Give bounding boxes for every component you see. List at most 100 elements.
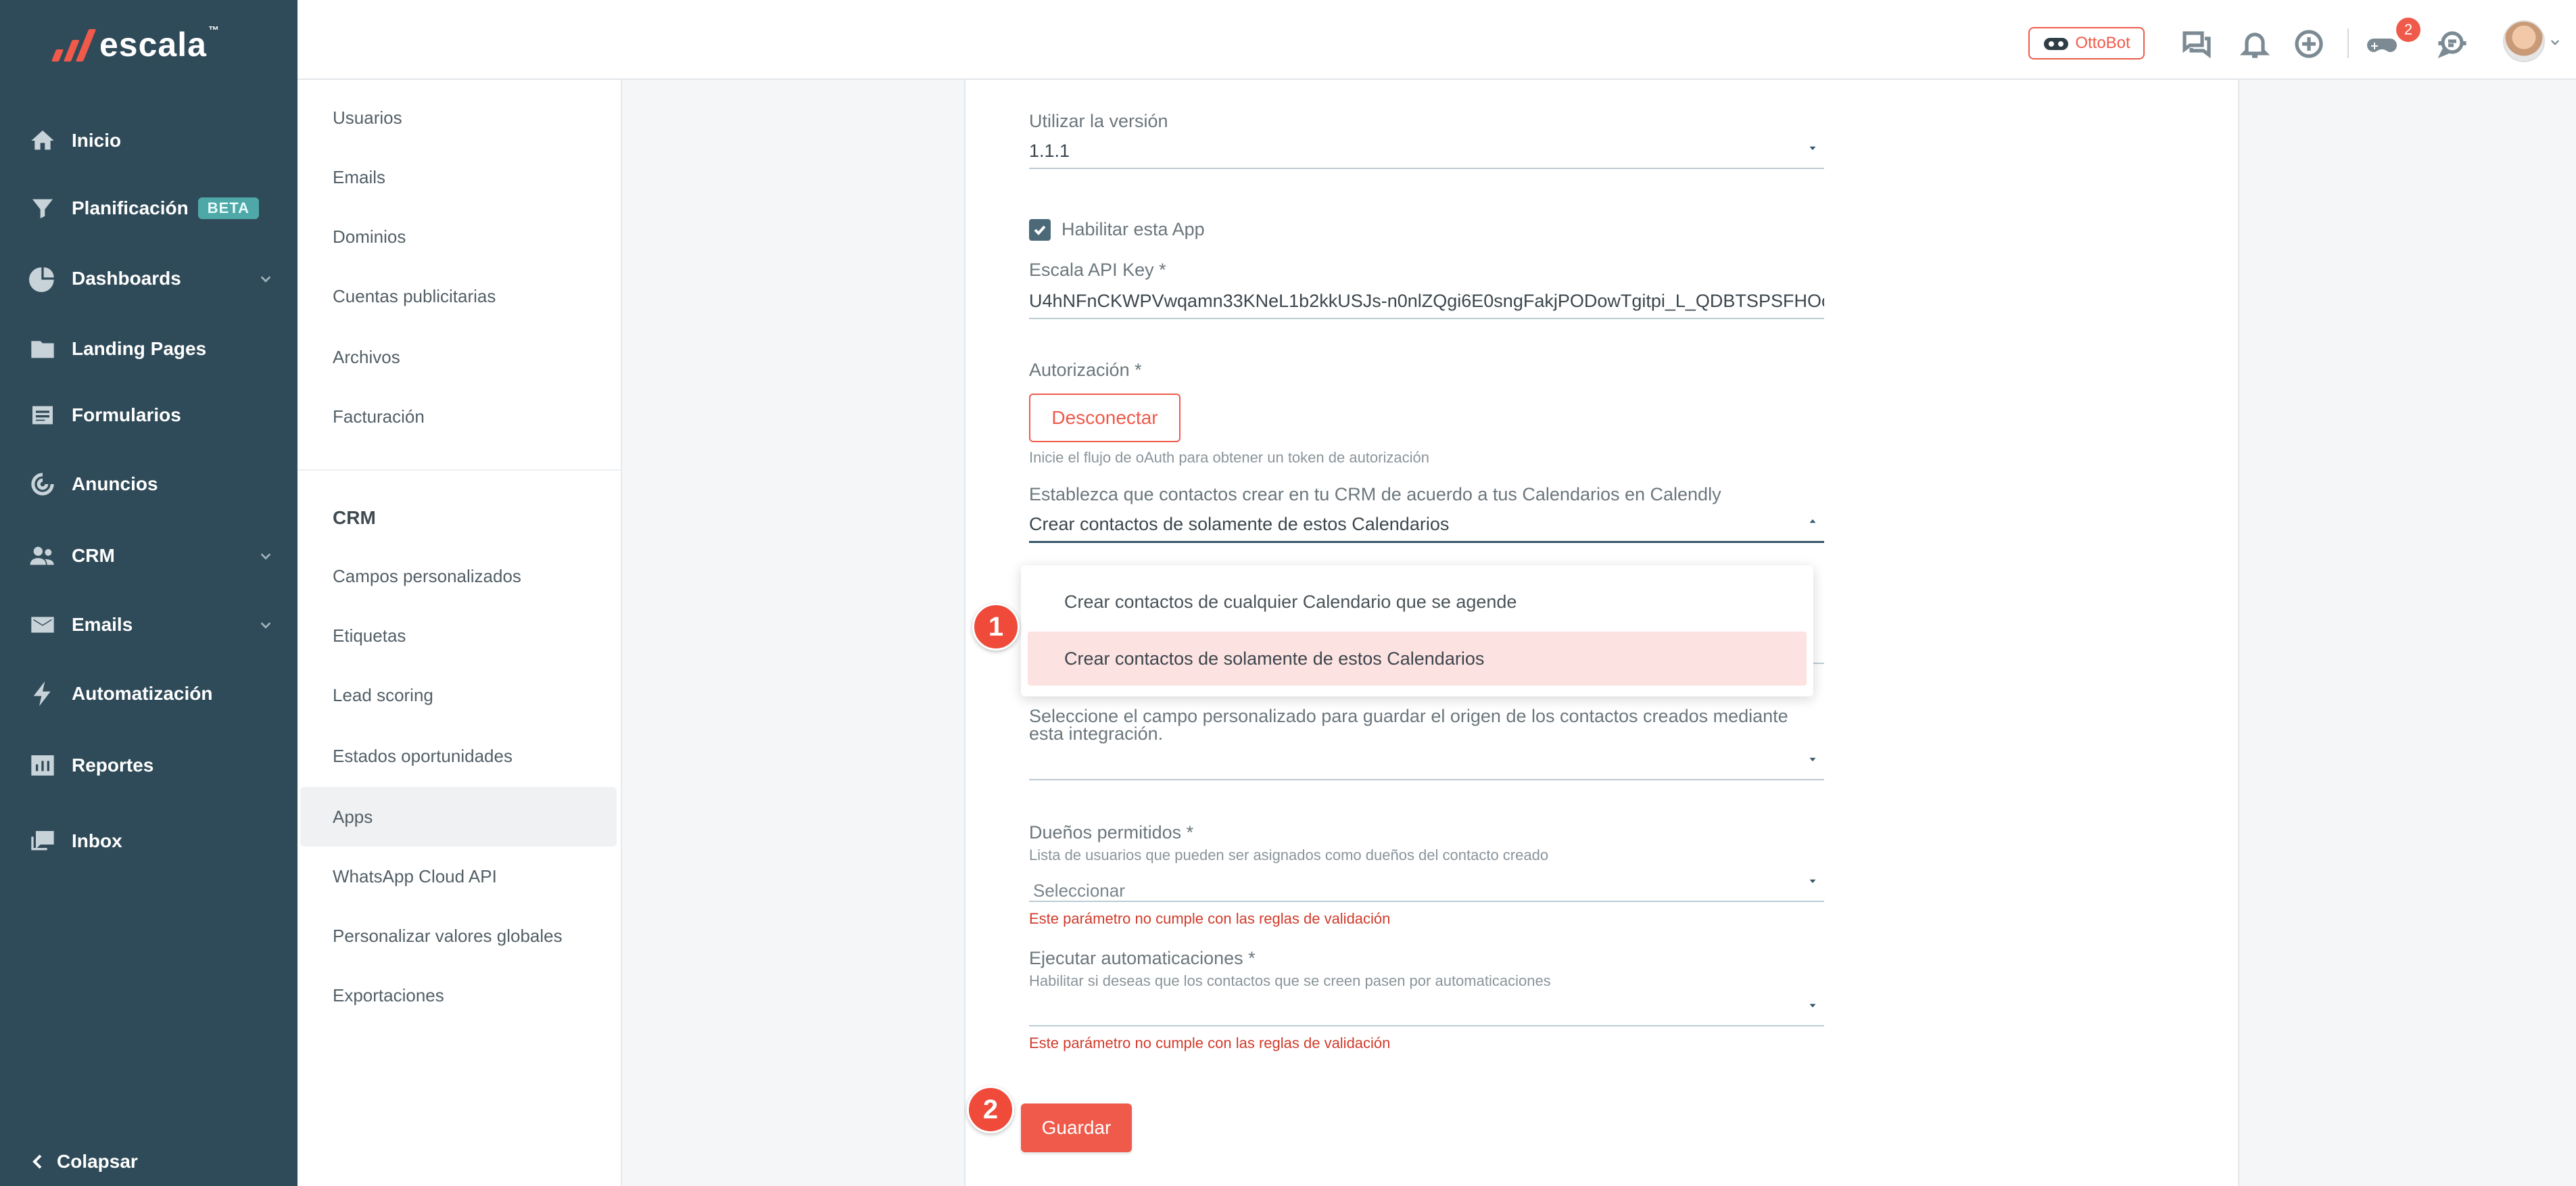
nav-label: Inicio (72, 130, 122, 151)
caret-down-icon[interactable] (1807, 753, 1819, 765)
ottobot-label: OttoBot (2075, 34, 2130, 52)
nav-item-inbox[interactable]: Inbox (0, 814, 297, 868)
nav-item-planificacion[interactable]: Planificación BETA (0, 181, 297, 235)
submenu-heading-crm: CRM (333, 507, 376, 528)
nav-item-anuncios[interactable]: Anuncios (0, 457, 297, 511)
origin-field-underline[interactable] (1029, 779, 1824, 780)
chevron-down-icon (258, 618, 273, 633)
submenu-item-emails[interactable]: Emails (297, 147, 619, 207)
enable-app-label: Habilitar esta App (1062, 219, 1205, 239)
users-icon (27, 540, 58, 571)
owners-select-placeholder[interactable]: Seleccionar (1033, 880, 1125, 901)
nav-label: Landing Pages (72, 338, 207, 359)
contacts-mode-label: Establezca que contactos crear en tu CRM… (1029, 484, 1721, 504)
automations-underline[interactable] (1029, 1025, 1824, 1026)
nav-label: Formularios (72, 404, 181, 425)
step-marker-1: 1 (972, 603, 1020, 650)
caret-up-icon[interactable] (1807, 515, 1819, 527)
nav-label: CRM (72, 545, 115, 566)
bolt-icon (27, 678, 58, 709)
submenu-item-whatsapp-cloud-api[interactable]: WhatsApp Cloud API (297, 847, 619, 906)
save-button[interactable]: Guardar (1021, 1104, 1132, 1152)
collapse-sidebar-button[interactable]: Colapsar (30, 1151, 138, 1172)
home-icon (27, 125, 58, 156)
mail-icon (27, 609, 58, 640)
gamepad-icon[interactable] (2364, 26, 2400, 62)
step-marker-2: 2 (967, 1086, 1014, 1133)
chevron-left-icon (32, 1154, 42, 1169)
automations-help: Habilitar si deseas que los contactos qu… (1029, 972, 1551, 989)
nav-item-emails[interactable]: Emails (0, 598, 297, 652)
automations-error: Este parámetro no cumple con las reglas … (1029, 1035, 1391, 1051)
support-chat-icon[interactable] (2434, 26, 2471, 62)
submenu-item-personalizar-valores-globales[interactable]: Personalizar valores globales (297, 906, 619, 966)
version-select-underline (1029, 168, 1824, 169)
submenu-item-lead-scoring[interactable]: Lead scoring (297, 665, 619, 725)
enable-app-checkbox[interactable] (1029, 219, 1051, 241)
nav-label: Reportes (72, 755, 154, 776)
logo-wordmark: escala ™ (99, 25, 220, 64)
caret-down-icon[interactable] (1807, 142, 1819, 154)
chat-icon[interactable] (2178, 26, 2215, 62)
api-key-input[interactable]: U4hNFnCKWPVwqamn33KNeL1b2kkUSJs-n0nlZQgi… (1029, 291, 1824, 312)
bell-icon[interactable] (2237, 26, 2273, 62)
submenu-item-etiquetas[interactable]: Etiquetas (297, 606, 619, 665)
origin-field-label-line2: esta integración. (1029, 724, 1164, 744)
ottobot-button[interactable]: OttoBot (2028, 27, 2145, 60)
filter-icon (27, 193, 58, 224)
api-key-label: Escala API Key * (1029, 260, 1166, 280)
submenu-item-exportaciones[interactable]: Exportaciones (297, 966, 619, 1025)
collapse-label: Colapsar (57, 1151, 138, 1172)
nav-label: Dashboards (72, 268, 181, 289)
pie-chart-icon (27, 263, 58, 294)
submenu-item-campos-personalizados[interactable]: Campos personalizados (297, 546, 619, 606)
owners-help: Lista de usuarios que pueden ser asignad… (1029, 847, 1549, 863)
submenu-item-estados-oportunidades[interactable]: Estados oportunidades (297, 726, 619, 786)
submenu-item-dominios[interactable]: Dominios (297, 207, 619, 266)
disconnect-button[interactable]: Desconectar (1029, 394, 1180, 442)
authorization-label: Autorización * (1029, 360, 1142, 380)
user-avatar[interactable] (2503, 20, 2545, 62)
contacts-mode-select-value[interactable]: Crear contactos de solamente de estos Ca… (1029, 514, 1449, 535)
chevron-down-icon (258, 272, 273, 287)
submenu-item-archivos[interactable]: Archivos (297, 327, 619, 387)
contacts-option-any-calendar[interactable]: Crear contactos de cualquier Calendario … (1028, 575, 1807, 629)
submenu-item-usuarios[interactable]: Usuarios (297, 88, 619, 147)
nav-label: Planificación (72, 197, 189, 218)
owners-error: Este parámetro no cumple con las reglas … (1029, 910, 1391, 927)
inbox-icon (27, 826, 58, 857)
submenu-item-facturacion[interactable]: Facturación (297, 387, 619, 446)
nav-item-crm[interactable]: CRM (0, 529, 297, 583)
form-icon (27, 400, 58, 431)
nav-item-inicio[interactable]: Inicio (0, 114, 297, 168)
add-circle-icon[interactable] (2291, 26, 2327, 62)
owners-label: Dueños permitidos * (1029, 822, 1194, 843)
chevron-down-icon (258, 549, 273, 564)
contacts-mode-underline (1029, 541, 1824, 543)
chevron-down-icon[interactable] (2549, 37, 2561, 49)
report-icon (27, 750, 58, 781)
nav-item-dashboards[interactable]: Dashboards (0, 252, 297, 306)
nav-item-formularios[interactable]: Formularios (0, 388, 297, 442)
caret-down-icon[interactable] (1807, 999, 1819, 1012)
beta-badge: BETA (197, 197, 259, 219)
topbar-divider (2347, 28, 2349, 58)
nav-label: Inbox (72, 830, 122, 851)
nav-item-automatizacion[interactable]: Automatización (0, 667, 297, 721)
submenu-item-apps[interactable]: Apps (300, 787, 617, 847)
contacts-option-only-these-calendars[interactable]: Crear contactos de solamente de estos Ca… (1028, 632, 1807, 686)
contacts-mode-dropdown: Crear contactos de cualquier Calendario … (1021, 565, 1813, 696)
nav-item-landing-pages[interactable]: Landing Pages (0, 322, 297, 376)
target-icon (27, 469, 58, 500)
notification-badge: 2 (2396, 18, 2420, 42)
nav-label: Emails (72, 614, 133, 635)
version-select-value[interactable]: 1.1.1 (1029, 141, 1070, 162)
caret-down-icon[interactable] (1807, 875, 1819, 887)
authorization-help: Inicie el flujo de oAuth para obtener un… (1029, 449, 1429, 466)
submenu-divider (297, 469, 621, 471)
nav-label: Anuncios (72, 473, 158, 494)
nav-item-reportes[interactable]: Reportes (0, 738, 297, 792)
escala-logo[interactable]: escala ™ (51, 23, 220, 66)
version-label: Utilizar la versión (1029, 111, 1168, 131)
submenu-item-cuentas-publicitarias[interactable]: Cuentas publicitarias (297, 266, 619, 326)
